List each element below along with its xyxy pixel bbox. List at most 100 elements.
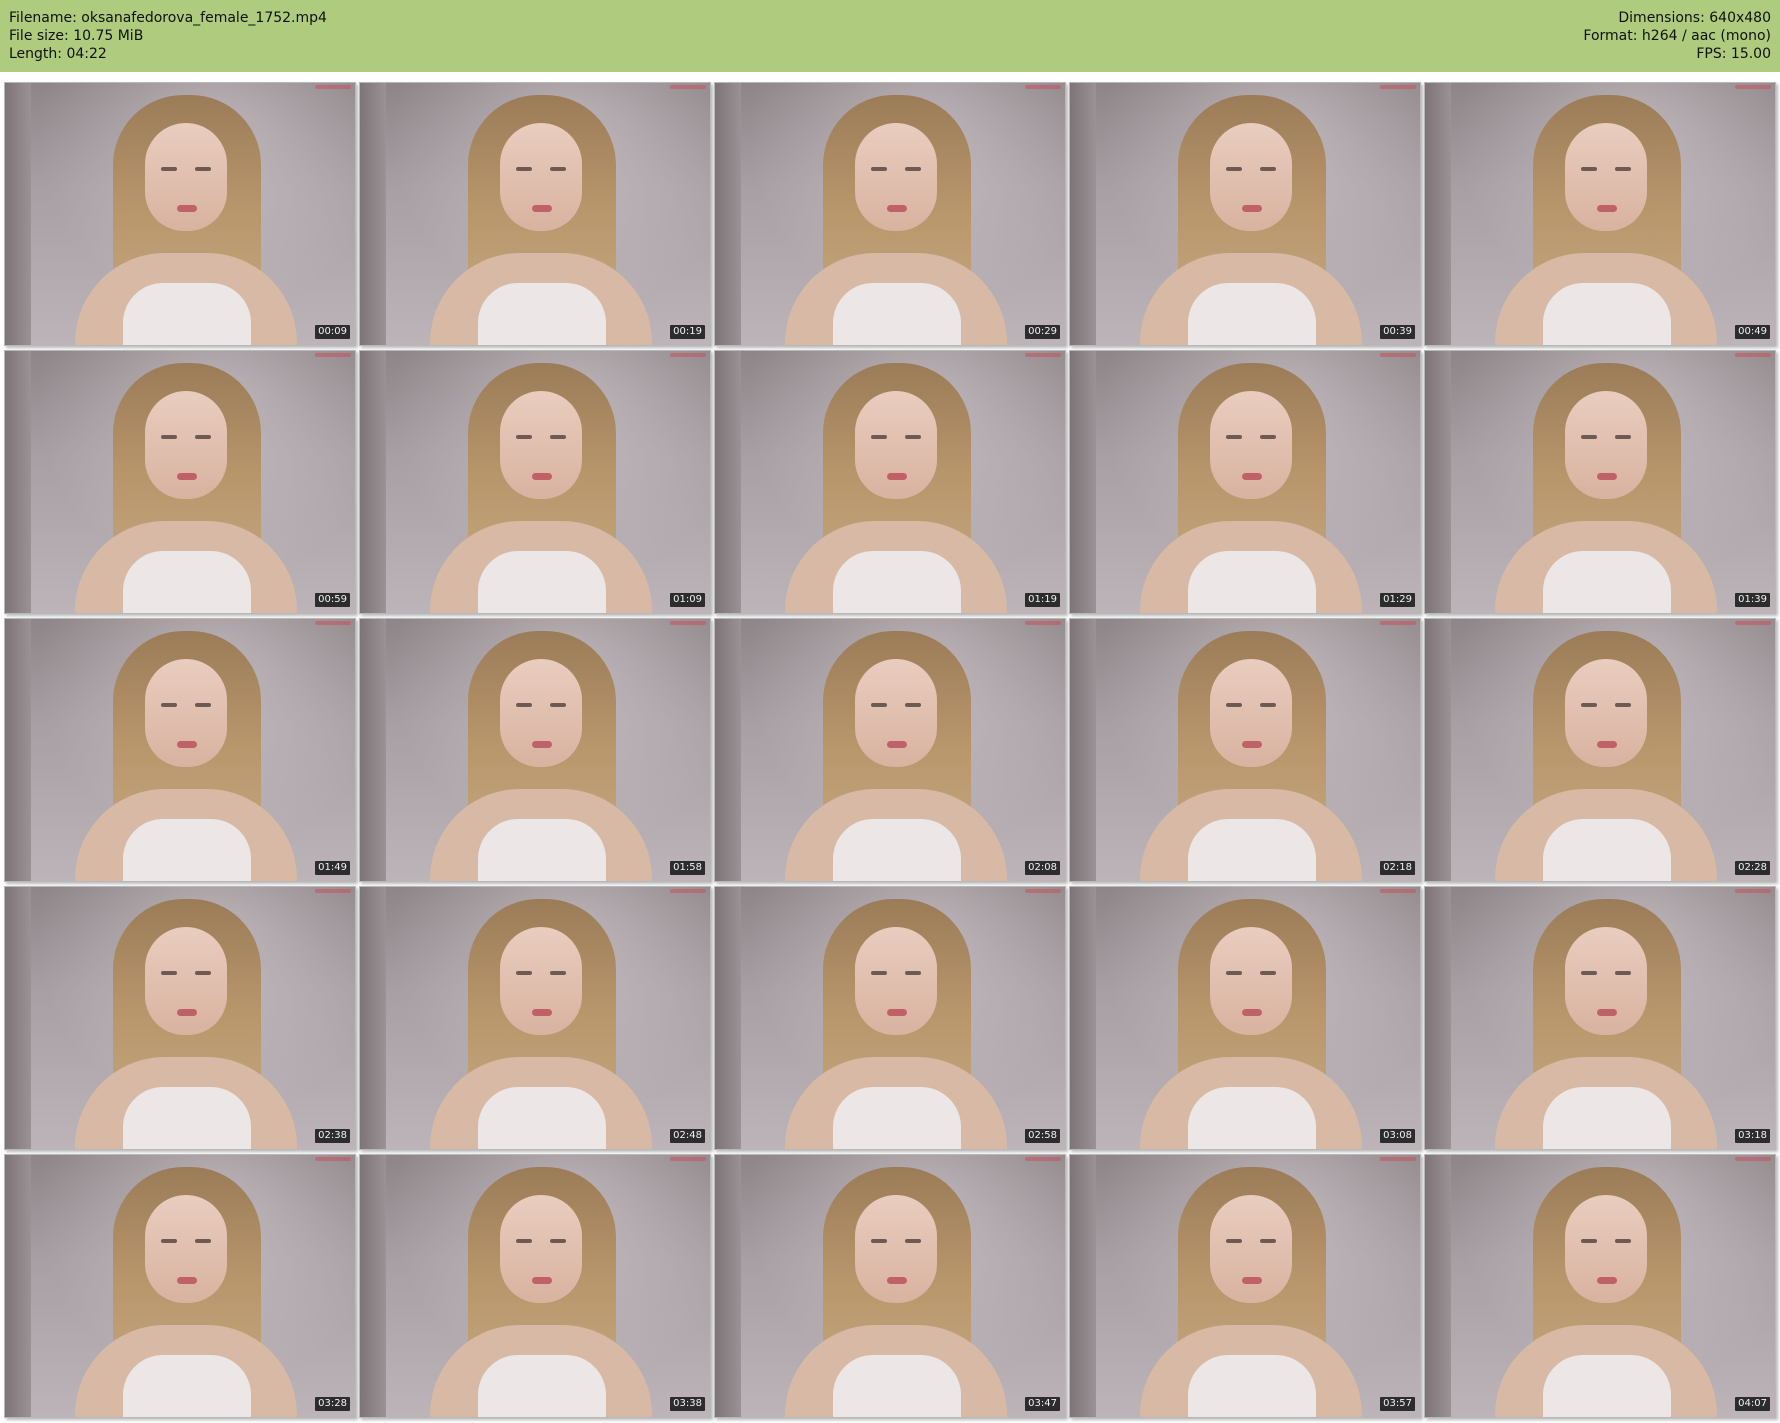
frame-lips	[1597, 741, 1617, 748]
watermark	[670, 1157, 706, 1161]
frame-lips	[887, 1009, 907, 1016]
frame-door	[360, 887, 386, 1149]
frame-eye	[550, 703, 566, 707]
frame-face	[145, 659, 227, 767]
video-frame-thumbnail: 02:48	[359, 886, 711, 1150]
frame-face	[500, 927, 582, 1035]
frame-eye	[1260, 971, 1276, 975]
frame-eye	[905, 703, 921, 707]
frame-top	[478, 283, 606, 345]
frame-top	[1188, 1087, 1316, 1149]
frame-eye	[1226, 971, 1242, 975]
filename-label: Filename: oksanafedorova_female_1752.mp4	[9, 10, 327, 26]
timestamp-label: 03:38	[670, 1397, 705, 1411]
frame-face	[1565, 123, 1647, 231]
video-frame-thumbnail: 00:09	[4, 82, 356, 346]
frame-top	[833, 1087, 961, 1149]
frame-eye	[1615, 971, 1631, 975]
timestamp-label: 03:28	[315, 1397, 350, 1411]
frame-door	[5, 619, 31, 881]
dimensions-label: Dimensions: 640x480	[1618, 10, 1771, 26]
video-frame-thumbnail: 01:19	[714, 350, 1066, 614]
frame-face	[855, 659, 937, 767]
frame-face	[500, 123, 582, 231]
video-frame-thumbnail: 03:38	[359, 1154, 711, 1418]
frame-eye	[516, 435, 532, 439]
frame-face	[1210, 391, 1292, 499]
frame-eye	[1615, 167, 1631, 171]
frame-door	[360, 1155, 386, 1417]
format-label: Format: h264 / aac (mono)	[1583, 28, 1771, 44]
frame-eye	[161, 1239, 177, 1243]
watermark	[1735, 353, 1771, 357]
frame-eye	[871, 703, 887, 707]
video-frame-thumbnail: 01:29	[1069, 350, 1421, 614]
frame-door	[1425, 351, 1451, 613]
video-frame-thumbnail: 02:38	[4, 886, 356, 1150]
video-frame-thumbnail: 03:57	[1069, 1154, 1421, 1418]
frame-lips	[1597, 473, 1617, 480]
frame-top	[123, 283, 251, 345]
timestamp-label: 00:49	[1735, 325, 1770, 339]
frame-face	[500, 1195, 582, 1303]
frame-lips	[532, 1277, 552, 1284]
frame-lips	[177, 1277, 197, 1284]
frame-top	[1543, 551, 1671, 613]
frame-eye	[195, 435, 211, 439]
frame-eye	[1260, 1239, 1276, 1243]
frame-door	[1070, 1155, 1096, 1417]
watermark	[1025, 621, 1061, 625]
frame-face	[855, 123, 937, 231]
frame-eye	[516, 971, 532, 975]
watermark	[315, 85, 351, 89]
frame-eye	[1581, 703, 1597, 707]
timestamp-label: 02:48	[670, 1129, 705, 1143]
timestamp-label: 02:58	[1025, 1129, 1060, 1143]
frame-face	[145, 1195, 227, 1303]
watermark	[315, 889, 351, 893]
watermark	[1380, 889, 1416, 893]
frame-door	[5, 351, 31, 613]
fps-label: FPS: 15.00	[1696, 46, 1771, 62]
timestamp-label: 02:38	[315, 1129, 350, 1143]
watermark	[315, 621, 351, 625]
frame-lips	[177, 473, 197, 480]
frame-eye	[1581, 167, 1597, 171]
frame-lips	[887, 1277, 907, 1284]
frame-eye	[195, 1239, 211, 1243]
watermark	[1380, 621, 1416, 625]
frame-top	[833, 551, 961, 613]
video-frame-thumbnail: 04:07	[1424, 1154, 1776, 1418]
frame-door	[360, 619, 386, 881]
frame-door	[1070, 887, 1096, 1149]
video-frame-thumbnail: 01:09	[359, 350, 711, 614]
frame-lips	[1242, 1009, 1262, 1016]
frame-top	[833, 283, 961, 345]
frame-door	[1070, 83, 1096, 345]
timestamp-label: 03:18	[1735, 1129, 1770, 1143]
frame-eye	[905, 971, 921, 975]
frame-top	[123, 1087, 251, 1149]
frame-top	[1188, 1355, 1316, 1417]
frame-eye	[161, 703, 177, 707]
video-frame-thumbnail: 03:18	[1424, 886, 1776, 1150]
timestamp-label: 00:19	[670, 325, 705, 339]
frame-top	[123, 819, 251, 881]
frame-eye	[1615, 435, 1631, 439]
watermark	[315, 1157, 351, 1161]
frame-eye	[195, 167, 211, 171]
timestamp-label: 00:29	[1025, 325, 1060, 339]
frame-face	[500, 659, 582, 767]
frame-top	[478, 1087, 606, 1149]
frame-face	[145, 391, 227, 499]
frame-lips	[887, 473, 907, 480]
video-frame-thumbnail: 00:29	[714, 82, 1066, 346]
frame-door	[360, 83, 386, 345]
frame-door	[715, 619, 741, 881]
info-header: Filename: oksanafedorova_female_1752.mp4…	[0, 0, 1780, 72]
frame-eye	[871, 167, 887, 171]
frame-door	[360, 351, 386, 613]
video-frame-thumbnail: 00:39	[1069, 82, 1421, 346]
video-frame-thumbnail: 02:58	[714, 886, 1066, 1150]
frame-lips	[1242, 473, 1262, 480]
